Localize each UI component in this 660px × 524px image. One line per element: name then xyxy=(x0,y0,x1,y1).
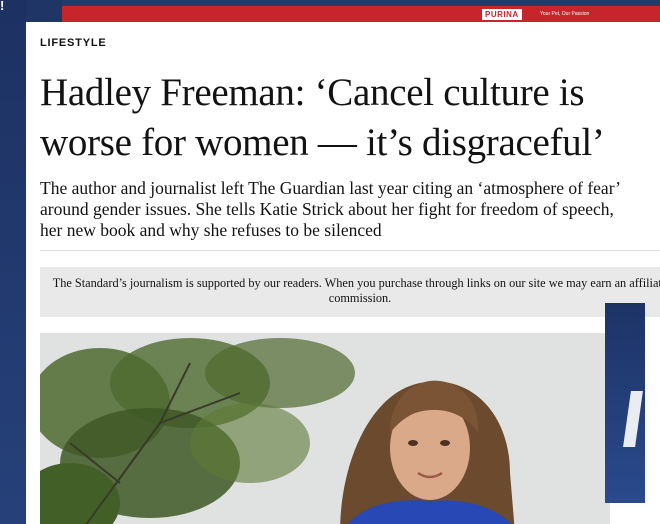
divider xyxy=(40,250,660,251)
article-card: LIFESTYLE Hadley Freeman: ‘Cancel cultur… xyxy=(26,22,660,524)
disclaimer-text: The Standard’s journalism is supported b… xyxy=(52,276,660,305)
hero-photo-illustration xyxy=(40,333,610,524)
hero-image xyxy=(40,333,610,524)
side-ad[interactable] xyxy=(605,303,645,503)
side-ad-mark xyxy=(623,391,643,447)
page-background-left: ! xyxy=(0,0,26,524)
background-glyph: ! xyxy=(0,0,5,13)
purina-logo: PURINA xyxy=(482,9,522,20)
ad-banner-stripe xyxy=(62,0,660,6)
article-standfirst: The author and journalist left The Guard… xyxy=(40,178,620,240)
ad-tagline: Your Pet, Our Passion xyxy=(540,11,590,17)
section-label[interactable]: LIFESTYLE xyxy=(40,37,106,49)
affiliate-disclaimer: The Standard’s journalism is supported b… xyxy=(40,267,660,317)
article-headline: Hadley Freeman: ‘Cancel culture is worse… xyxy=(40,71,605,164)
top-ad-banner[interactable]: PURINA Your Pet, Our Passion xyxy=(62,0,660,22)
